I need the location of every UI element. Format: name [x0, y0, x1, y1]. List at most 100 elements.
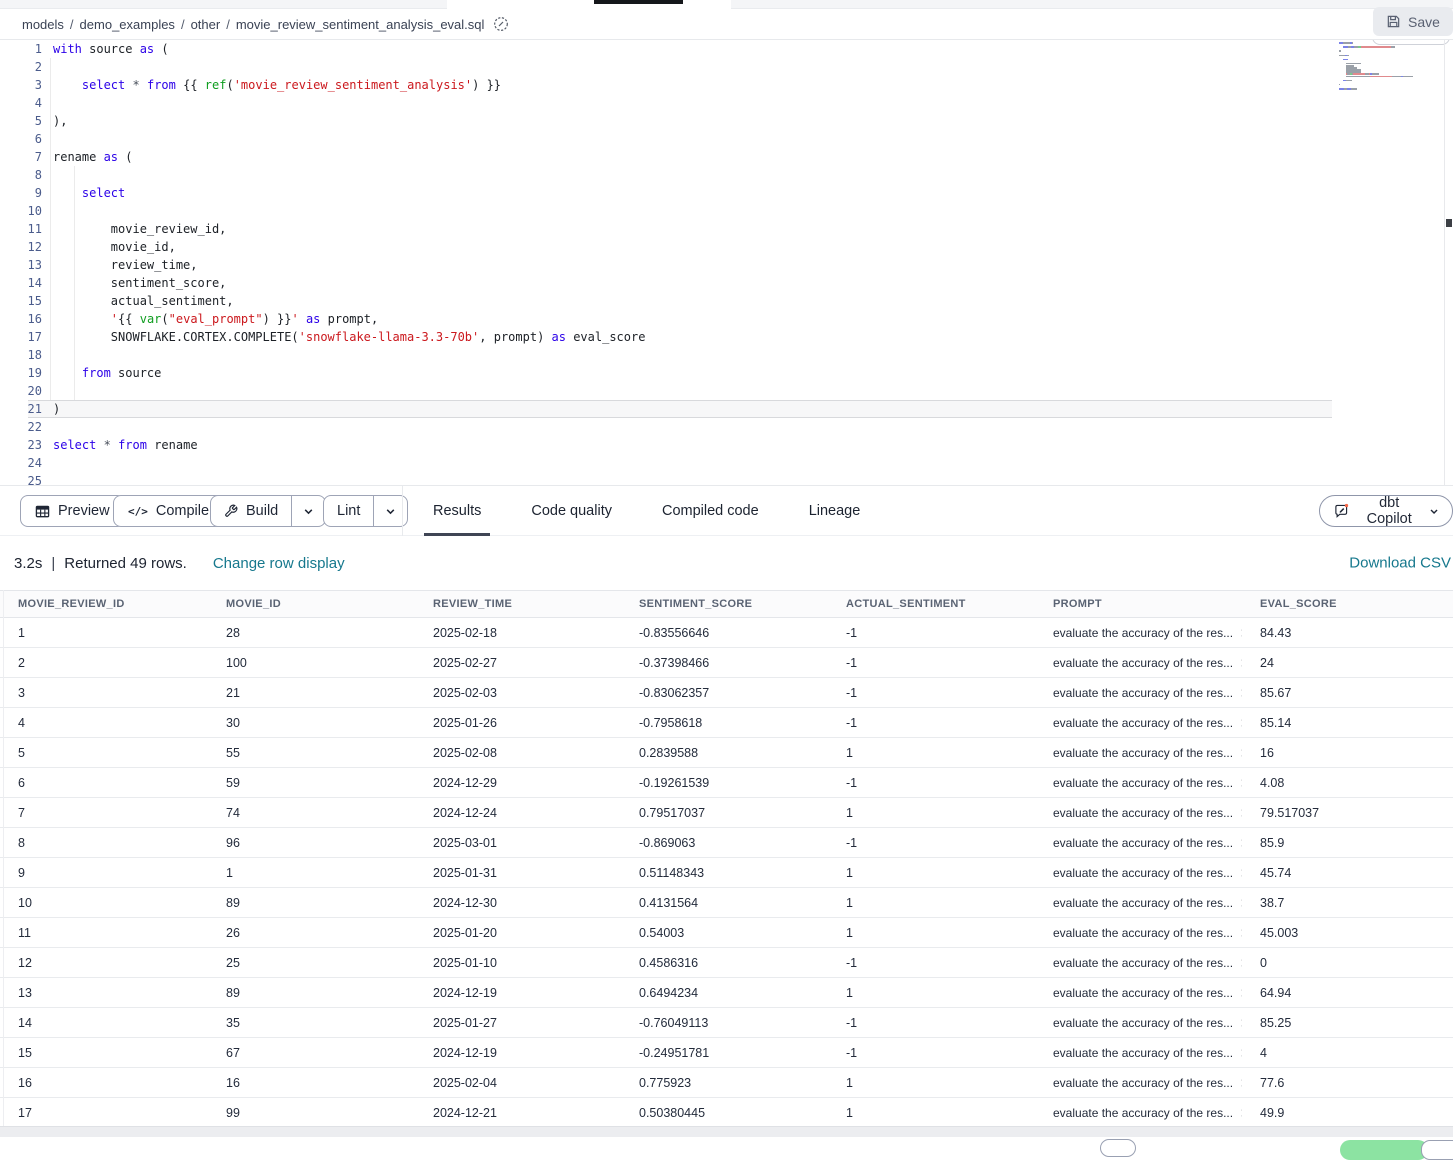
- line-number[interactable]: 11: [0, 220, 42, 238]
- cell: 0.6494234: [621, 978, 828, 1008]
- prompt-expand-chevron-icon[interactable]: [1240, 658, 1242, 668]
- prompt-expand-chevron-icon[interactable]: [1240, 988, 1242, 998]
- editor-code[interactable]: with source as ( select * from {{ ref('m…: [53, 40, 645, 485]
- column-header-review_time: REVIEW_TIME: [415, 591, 621, 618]
- line-number[interactable]: 3: [0, 76, 42, 94]
- line-number[interactable]: 2: [0, 58, 42, 76]
- prompt-expand-chevron-icon[interactable]: [1240, 808, 1242, 818]
- line-number[interactable]: 23: [0, 436, 42, 454]
- line-number[interactable]: 12: [0, 238, 42, 256]
- cell: 2025-01-26: [415, 708, 621, 738]
- cell: 35: [208, 1008, 415, 1038]
- prompt-preview-text: evaluate the accuracy of the res...: [1053, 686, 1233, 700]
- prompt-expand-chevron-icon[interactable]: [1240, 628, 1242, 638]
- cell: 2024-12-30: [415, 888, 621, 918]
- chevron-down-icon: [385, 506, 396, 517]
- prompt-expand-chevron-icon[interactable]: [1240, 778, 1242, 788]
- tab-results[interactable]: Results: [424, 486, 490, 536]
- tab-lineage[interactable]: Lineage: [800, 486, 870, 536]
- code-token: ) }}: [263, 312, 292, 326]
- cell: 59: [208, 768, 415, 798]
- prompt-expand-chevron-icon[interactable]: [1240, 1078, 1242, 1088]
- breadcrumb[interactable]: models/demo_examples/other/movie_review_…: [22, 9, 509, 39]
- line-number[interactable]: 24: [0, 454, 42, 472]
- line-number[interactable]: 19: [0, 364, 42, 382]
- prompt-expand-chevron-icon[interactable]: [1240, 1018, 1242, 1028]
- cell: evaluate the accuracy of the res...: [1035, 798, 1242, 828]
- editor-gutter[interactable]: 1234567891011121314151617181920212223242…: [0, 40, 42, 485]
- tab-code-quality[interactable]: Code quality: [522, 486, 621, 536]
- prompt-expand-chevron-icon[interactable]: [1240, 748, 1242, 758]
- cell: evaluate the accuracy of the res...: [1035, 1098, 1242, 1128]
- line-number[interactable]: 5: [0, 112, 42, 130]
- prompt-expand-chevron-icon[interactable]: [1240, 718, 1242, 728]
- line-number[interactable]: 22: [0, 418, 42, 436]
- cell: 9: [0, 858, 208, 888]
- prompt-expand-chevron-icon[interactable]: [1240, 838, 1242, 848]
- code-line: SNOWFLAKE.CORTEX.COMPLETE('snowflake-lla…: [53, 328, 645, 346]
- line-number[interactable]: 1: [0, 40, 42, 58]
- table-row: 1282025-02-18-0.83556646-1evaluate the a…: [0, 618, 1453, 648]
- minimap-seg: [1339, 50, 1341, 52]
- code-line: [53, 454, 645, 472]
- partial-white-button[interactable]: [1421, 1140, 1453, 1160]
- code-token: from: [118, 438, 147, 452]
- line-number[interactable]: 4: [0, 94, 42, 112]
- tab-compiled-code[interactable]: Compiled code: [653, 486, 768, 536]
- build-button[interactable]: Build: [211, 496, 291, 526]
- prompt-expand-chevron-icon[interactable]: [1240, 898, 1242, 908]
- line-number[interactable]: 17: [0, 328, 42, 346]
- change-row-display-link[interactable]: Change row display: [213, 555, 345, 572]
- line-number[interactable]: 25: [0, 472, 42, 485]
- prompt-expand-chevron-icon[interactable]: [1240, 1108, 1242, 1118]
- compile-button[interactable]: </> Compile: [113, 495, 224, 527]
- file-state-icon[interactable]: [493, 16, 509, 32]
- lint-button[interactable]: Lint: [324, 496, 373, 526]
- code-editor[interactable]: 1234567891011121314151617181920212223242…: [0, 40, 1453, 485]
- line-number[interactable]: 6: [0, 130, 42, 148]
- preview-button[interactable]: Preview: [20, 495, 125, 527]
- line-number[interactable]: 15: [0, 292, 42, 310]
- line-number[interactable]: 10: [0, 202, 42, 220]
- prompt-preview-text: evaluate the accuracy of the res...: [1053, 836, 1233, 850]
- line-number[interactable]: 18: [0, 346, 42, 364]
- breadcrumb-item[interactable]: demo_examples: [80, 17, 175, 32]
- prompt-cell: evaluate the accuracy of the res...: [1053, 896, 1242, 910]
- top-black-bar: [594, 0, 683, 4]
- build-dropdown-button[interactable]: [291, 496, 325, 526]
- code-token: ': [291, 312, 298, 326]
- partial-button[interactable]: [1100, 1139, 1136, 1157]
- dbt-copilot-button[interactable]: dbt Copilot: [1319, 495, 1453, 527]
- save-button[interactable]: Save: [1373, 7, 1453, 36]
- line-number[interactable]: 8: [0, 166, 42, 184]
- horizontal-scrollbar[interactable]: [0, 1126, 1453, 1137]
- line-number[interactable]: 16: [0, 310, 42, 328]
- line-number[interactable]: 14: [0, 274, 42, 292]
- cell: 0.51148343: [621, 858, 828, 888]
- cell: 7: [0, 798, 208, 828]
- prompt-expand-chevron-icon[interactable]: [1240, 868, 1242, 878]
- breadcrumb-item[interactable]: models: [22, 17, 64, 32]
- prompt-expand-chevron-icon[interactable]: [1240, 928, 1242, 938]
- breadcrumb-item[interactable]: other: [191, 17, 221, 32]
- line-number[interactable]: 20: [0, 382, 42, 400]
- line-number[interactable]: 21: [0, 400, 42, 418]
- line-number[interactable]: 7: [0, 148, 42, 166]
- prompt-expand-chevron-icon[interactable]: [1240, 958, 1242, 968]
- code-token: from: [147, 78, 176, 92]
- download-csv-link[interactable]: Download CSV: [1349, 555, 1451, 572]
- cell: 77.6: [1242, 1068, 1453, 1098]
- editor-minimap[interactable]: [1339, 42, 1439, 94]
- results-table-region: MOVIE_REVIEW_IDMOVIE_IDREVIEW_TIMESENTIM…: [0, 590, 1453, 1128]
- line-number[interactable]: 13: [0, 256, 42, 274]
- editor-scrollbar-thumb[interactable]: [1446, 219, 1452, 227]
- prompt-expand-chevron-icon[interactable]: [1240, 688, 1242, 698]
- breadcrumb-item[interactable]: movie_review_sentiment_analysis_eval.sql: [236, 17, 485, 32]
- code-token: select: [82, 78, 125, 92]
- partial-green-pill-button[interactable]: [1340, 1140, 1428, 1160]
- code-token: [53, 186, 82, 200]
- line-number[interactable]: 9: [0, 184, 42, 202]
- prompt-expand-chevron-icon[interactable]: [1240, 1048, 1242, 1058]
- cell: 0.50380445: [621, 1098, 828, 1128]
- toolbar-divider: [402, 486, 403, 536]
